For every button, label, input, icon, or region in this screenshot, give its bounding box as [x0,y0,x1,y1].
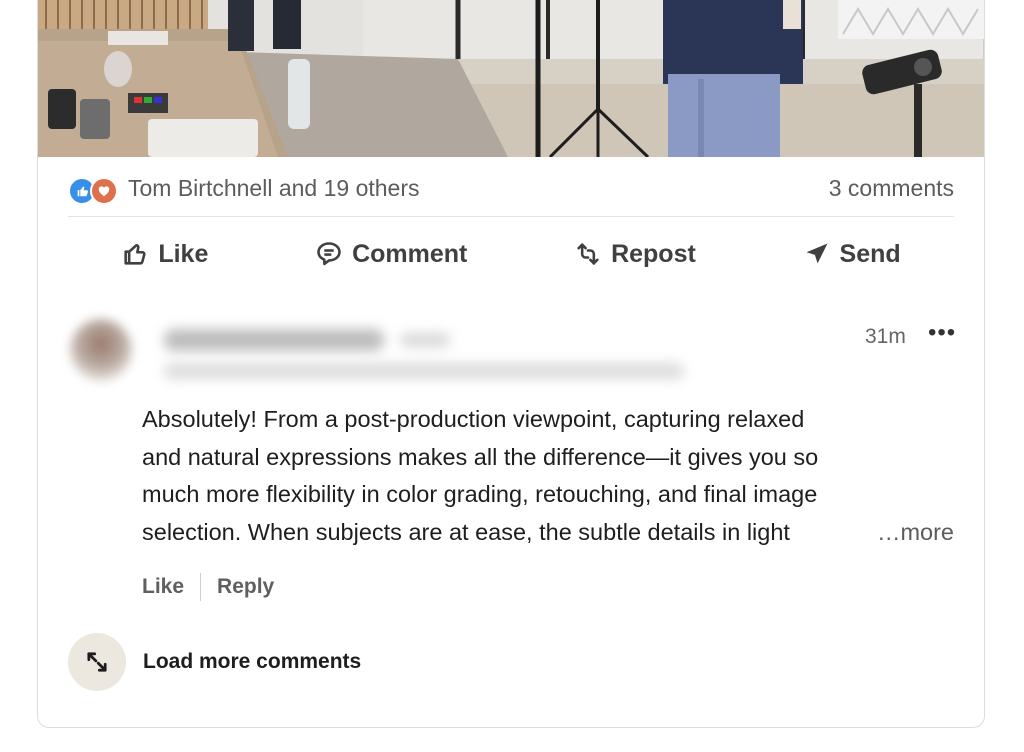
commenter-headline-redacted [164,363,684,379]
repost-arrows-icon [574,240,602,268]
send-button-label: Send [839,239,901,268]
comment-header: 31m ••• [60,307,960,397]
send-button[interactable]: Send [791,232,913,277]
comment-actions: Like Reply [142,573,274,601]
speech-bubble-icon [315,240,343,268]
comment-line-2: and natural expressions makes all the di… [142,443,819,470]
load-more-comments-button[interactable]: Load more comments [68,633,361,691]
repost-button-label: Repost [611,239,696,268]
commenter-avatar[interactable] [70,319,132,381]
reactions-summary[interactable]: Tom Birtchnell and 19 others [68,175,420,205]
comment-text: Absolutely! From a post-production viewp… [142,401,954,551]
reactors-text: Tom Birtchnell and 19 others [128,175,420,201]
paper-plane-icon [803,240,831,268]
reaction-icons [68,175,122,205]
comment-like-button[interactable]: Like [142,575,184,599]
commenter-degree-redacted [400,333,450,347]
love-reaction-icon [90,176,118,205]
thumbs-up-icon [121,240,149,268]
post-actions-bar: Like Comment Repost Send [68,225,954,283]
comment-button-label: Comment [352,239,468,268]
comment-timestamp: 31m [865,325,906,348]
post-card: Tom Birtchnell and 19 others 3 comments … [37,0,985,728]
post-image[interactable] [38,0,984,157]
like-button[interactable]: Like [109,232,220,277]
commenter-name-redacted[interactable] [164,329,384,351]
comment-reply-button[interactable]: Reply [217,575,274,599]
comment-line-3: much more flexibility in color grading, … [142,481,818,507]
comments-count-link[interactable]: 3 comments [829,175,954,202]
comment-button[interactable]: Comment [303,232,479,277]
expand-arrows-icon [68,633,126,691]
see-more-link[interactable]: …more [877,514,954,552]
like-button-label: Like [158,239,209,268]
load-more-comments-label: Load more comments [143,650,362,673]
comment-line-4-row: selection. When subjects are at ease, th… [142,514,954,552]
repost-button[interactable]: Repost [562,232,708,277]
comment-line-4: selection. When subjects are at ease, th… [142,518,790,545]
divider [200,573,202,601]
social-counts-bar: Tom Birtchnell and 19 others 3 comments [68,161,954,217]
comment-line-1: Absolutely! From a post-production viewp… [142,406,805,432]
more-options-icon[interactable]: ••• [928,319,956,347]
